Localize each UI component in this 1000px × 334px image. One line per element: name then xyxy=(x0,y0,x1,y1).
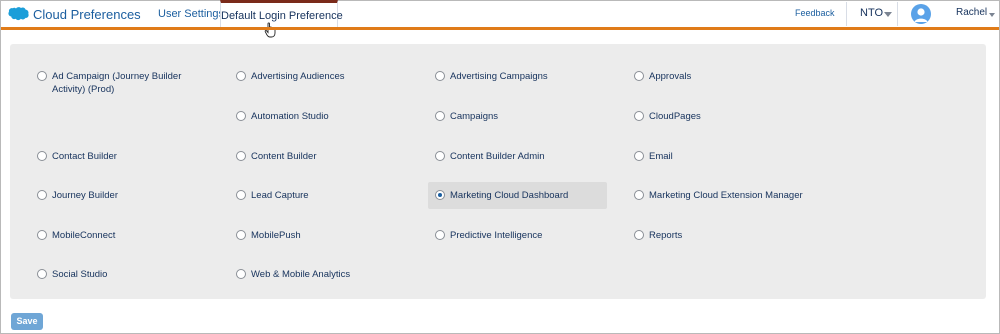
option-reports[interactable]: Reports xyxy=(634,229,682,242)
option-campaigns[interactable]: Campaigns xyxy=(435,110,498,123)
header-bar: Cloud Preferences User Settings xyxy=(1,1,999,28)
option-content-builder[interactable]: Content Builder xyxy=(236,150,316,163)
option-label: Reports xyxy=(649,230,683,241)
option-automation-studio[interactable]: Automation Studio xyxy=(236,110,329,123)
radio-button[interactable] xyxy=(236,190,246,200)
option-label: Automation Studio xyxy=(251,111,329,122)
option-mobileconnect[interactable]: MobileConnect xyxy=(37,229,115,242)
hand-pointer-cursor-icon xyxy=(264,22,276,38)
app-title[interactable]: Cloud Preferences xyxy=(33,7,141,22)
radio-button[interactable] xyxy=(37,190,47,200)
radio-button[interactable] xyxy=(435,111,445,121)
option-label: Marketing Cloud Dashboard xyxy=(450,190,569,201)
radio-button[interactable] xyxy=(634,230,644,240)
option-advertising-audiences[interactable]: Advertising Audiences xyxy=(236,70,344,83)
accent-bar xyxy=(1,27,999,30)
option-label: Approvals xyxy=(649,71,692,82)
option-journey-builder[interactable]: Journey Builder xyxy=(37,189,118,202)
login-preference-panel: Ad Campaign (Journey Builder Activity) (… xyxy=(10,44,986,299)
option-social-studio[interactable]: Social Studio xyxy=(37,268,107,281)
option-advertising-campaigns[interactable]: Advertising Campaigns xyxy=(435,70,548,83)
radio-button[interactable] xyxy=(435,151,445,161)
feedback-link[interactable]: Feedback xyxy=(795,8,835,18)
option-label: MobileConnect xyxy=(52,230,116,241)
option-label: Campaigns xyxy=(450,111,499,122)
option-cloudpages[interactable]: CloudPages xyxy=(634,110,701,123)
radio-button[interactable] xyxy=(236,71,246,81)
user-menu[interactable]: Rachel xyxy=(956,7,987,18)
option-web-mobile-analytics[interactable]: Web & Mobile Analytics xyxy=(236,268,350,281)
option-ad-campaign[interactable]: Ad Campaign (Journey Builder Activity) (… xyxy=(37,70,197,96)
option-label: Lead Capture xyxy=(251,190,309,201)
option-label: Content Builder Admin xyxy=(450,151,545,162)
option-contact-builder[interactable]: Contact Builder xyxy=(37,150,117,163)
radio-button[interactable] xyxy=(634,151,644,161)
save-button[interactable]: Save xyxy=(11,313,43,330)
option-label: Ad Campaign (Journey Builder Activity) (… xyxy=(52,71,182,95)
option-marketing-cloud-extension-manager[interactable]: Marketing Cloud Extension Manager xyxy=(634,189,803,202)
option-label: Predictive Intelligence xyxy=(450,230,543,241)
option-email[interactable]: Email xyxy=(634,150,673,163)
option-label: Web & Mobile Analytics xyxy=(251,269,351,280)
header-divider xyxy=(897,2,898,26)
avatar[interactable] xyxy=(911,4,931,24)
option-label: Journey Builder xyxy=(52,190,119,201)
option-label: Marketing Cloud Extension Manager xyxy=(649,190,803,201)
radio-button[interactable] xyxy=(634,190,644,200)
option-approvals[interactable]: Approvals xyxy=(634,70,691,83)
tab-default-login-preference[interactable]: Default Login Preference xyxy=(220,0,343,29)
option-label: Social Studio xyxy=(52,269,108,280)
org-chevron-down-icon[interactable] xyxy=(884,12,892,17)
radio-button[interactable] xyxy=(435,71,445,81)
option-label: Email xyxy=(649,151,673,162)
option-content-builder-admin[interactable]: Content Builder Admin xyxy=(435,150,545,163)
radio-button[interactable] xyxy=(236,151,246,161)
option-label: Contact Builder xyxy=(52,151,117,162)
radio-button[interactable] xyxy=(37,269,47,279)
tab-user-settings[interactable]: User Settings xyxy=(158,2,224,28)
option-label: Content Builder xyxy=(251,151,317,162)
salesforce-cloud-icon xyxy=(8,7,29,21)
radio-button[interactable] xyxy=(37,71,47,81)
radio-button[interactable] xyxy=(236,269,246,279)
radio-button-selected[interactable] xyxy=(435,190,445,200)
radio-button[interactable] xyxy=(435,230,445,240)
option-marketing-cloud-dashboard[interactable]: Marketing Cloud Dashboard xyxy=(428,182,607,209)
radio-button[interactable] xyxy=(236,111,246,121)
option-predictive-intelligence[interactable]: Predictive Intelligence xyxy=(435,229,542,242)
user-chevron-down-icon[interactable] xyxy=(989,13,995,17)
radio-button[interactable] xyxy=(37,151,47,161)
user-icon xyxy=(914,8,928,22)
option-lead-capture[interactable]: Lead Capture xyxy=(236,189,309,202)
header-divider xyxy=(846,2,847,26)
radio-button[interactable] xyxy=(634,71,644,81)
option-mobilepush[interactable]: MobilePush xyxy=(236,229,301,242)
radio-button[interactable] xyxy=(236,230,246,240)
option-label: CloudPages xyxy=(649,111,701,122)
option-label: Advertising Campaigns xyxy=(450,71,548,82)
radio-button[interactable] xyxy=(634,111,644,121)
radio-button[interactable] xyxy=(37,230,47,240)
option-label: MobilePush xyxy=(251,230,301,241)
option-label: Advertising Audiences xyxy=(251,71,345,82)
org-switcher[interactable]: NTO xyxy=(860,7,883,19)
